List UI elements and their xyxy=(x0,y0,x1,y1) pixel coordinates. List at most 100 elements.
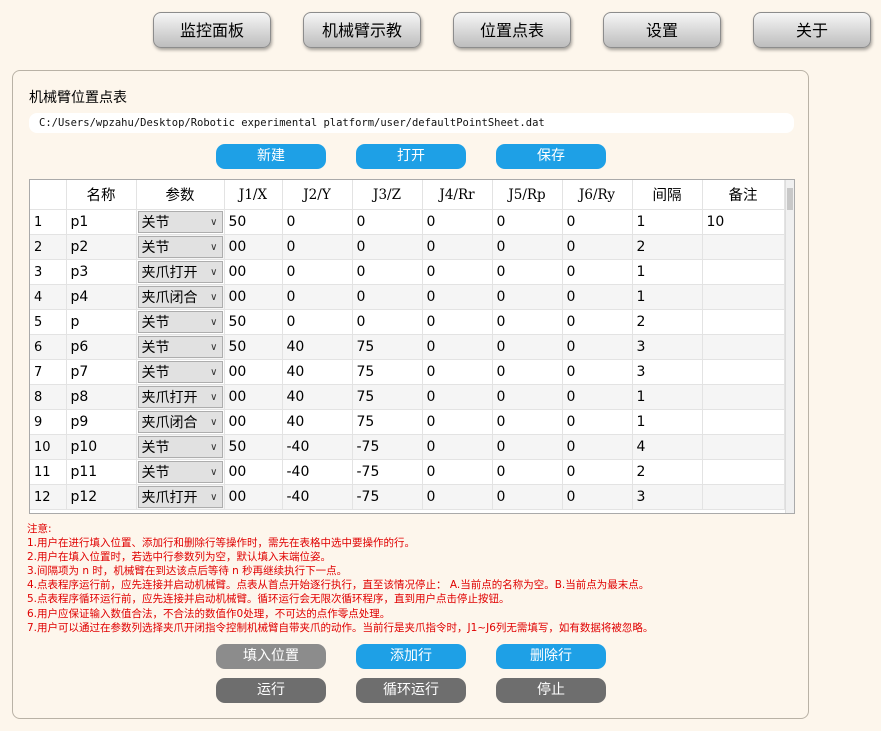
table-cell[interactable]: 0 xyxy=(282,234,353,260)
column-header[interactable]: J6/Ry xyxy=(562,180,633,210)
table-cell[interactable]: 0 xyxy=(492,409,563,435)
table-cell[interactable]: 00 xyxy=(224,234,283,260)
table-cell[interactable] xyxy=(702,484,785,510)
table-cell[interactable]: 00 xyxy=(224,459,283,485)
table-cell[interactable]: 2 xyxy=(632,309,703,335)
add-row-button[interactable]: 添加行 xyxy=(356,644,466,669)
table-cell[interactable]: p4 xyxy=(66,284,137,310)
nav-settings[interactable]: 设置 xyxy=(603,12,721,48)
table-cell[interactable]: 4 xyxy=(632,434,703,460)
table-cell[interactable] xyxy=(702,234,785,260)
table-cell[interactable]: 0 xyxy=(282,309,353,335)
table-cell[interactable]: 0 xyxy=(282,284,353,310)
table-cell[interactable]: p12 xyxy=(66,484,137,510)
table-row[interactable]: 9 p9 夹爪闭合 ∨ 00 40 75 0 0 0 1 xyxy=(30,409,785,435)
param-select[interactable]: 夹爪闭合 ∨ xyxy=(137,286,223,308)
table-cell[interactable]: -75 xyxy=(352,434,423,460)
table-cell[interactable]: p10 xyxy=(66,434,137,460)
run-button[interactable]: 运行 xyxy=(216,678,326,703)
column-header[interactable]: 名称 xyxy=(66,180,137,210)
table-cell[interactable]: 0 xyxy=(492,334,563,360)
table-cell[interactable]: 0 xyxy=(562,234,633,260)
table-cell[interactable]: 0 xyxy=(492,484,563,510)
table-cell[interactable]: 50 xyxy=(224,334,283,360)
column-header[interactable]: J5/Rp xyxy=(492,180,563,210)
table-cell[interactable]: 0 xyxy=(352,309,423,335)
row-number[interactable]: 4 xyxy=(30,284,67,310)
table-cell[interactable]: 0 xyxy=(492,309,563,335)
scrollbar-thumb[interactable] xyxy=(787,188,793,210)
table-cell[interactable]: 50 xyxy=(224,209,283,235)
param-select[interactable]: 夹爪打开 ∨ xyxy=(137,261,223,283)
row-number[interactable]: 2 xyxy=(30,234,67,260)
table-cell[interactable]: 40 xyxy=(282,409,353,435)
table-cell[interactable]: 1 xyxy=(632,384,703,410)
nav-position-table[interactable]: 位置点表 xyxy=(453,12,571,48)
table-cell[interactable]: 0 xyxy=(352,209,423,235)
table-cell[interactable] xyxy=(702,459,785,485)
table-cell[interactable]: -75 xyxy=(352,484,423,510)
table-cell[interactable]: 3 xyxy=(632,334,703,360)
table-cell[interactable]: -40 xyxy=(282,434,353,460)
table-cell[interactable]: 00 xyxy=(224,409,283,435)
open-button[interactable]: 打开 xyxy=(356,144,466,169)
table-cell[interactable]: 0 xyxy=(492,259,563,285)
table-cell[interactable]: 00 xyxy=(224,359,283,385)
row-number[interactable]: 5 xyxy=(30,309,67,335)
table-cell[interactable]: 00 xyxy=(224,384,283,410)
table-cell[interactable]: p xyxy=(66,309,137,335)
table-cell[interactable]: 10 xyxy=(702,209,785,235)
table-cell[interactable]: -40 xyxy=(282,484,353,510)
row-number[interactable]: 6 xyxy=(30,334,67,360)
table-cell[interactable]: 0 xyxy=(352,259,423,285)
param-select[interactable]: 关节 ∨ xyxy=(137,361,223,383)
param-select[interactable]: 关节 ∨ xyxy=(137,236,223,258)
table-cell[interactable]: 75 xyxy=(352,384,423,410)
table-cell[interactable]: 0 xyxy=(492,384,563,410)
table-cell[interactable]: 3 xyxy=(632,359,703,385)
table-cell[interactable]: p7 xyxy=(66,359,137,385)
table-cell[interactable]: 75 xyxy=(352,359,423,385)
table-cell[interactable]: 75 xyxy=(352,334,423,360)
table-cell[interactable]: 3 xyxy=(632,484,703,510)
table-cell[interactable]: 40 xyxy=(282,384,353,410)
table-cell[interactable]: 0 xyxy=(422,459,493,485)
table-row[interactable]: 8 p8 夹爪打开 ∨ 00 40 75 0 0 0 1 xyxy=(30,384,785,410)
table-cell[interactable]: -75 xyxy=(352,459,423,485)
loop-run-button[interactable]: 循环运行 xyxy=(356,678,466,703)
table-cell[interactable]: 0 xyxy=(352,284,423,310)
table-cell[interactable]: p6 xyxy=(66,334,137,360)
table-cell[interactable]: 0 xyxy=(492,234,563,260)
param-select[interactable]: 夹爪打开 ∨ xyxy=(137,386,223,408)
table-cell[interactable]: 0 xyxy=(422,259,493,285)
stop-button[interactable]: 停止 xyxy=(496,678,606,703)
fill-position-button[interactable]: 填入位置 xyxy=(216,644,326,669)
new-button[interactable]: 新建 xyxy=(216,144,326,169)
file-path-field[interactable]: C:/Users/wpzahu/Desktop/Robotic experime… xyxy=(29,113,794,133)
table-cell[interactable]: 0 xyxy=(562,259,633,285)
table-cell[interactable] xyxy=(702,259,785,285)
table-cell[interactable]: 0 xyxy=(562,434,633,460)
table-cell[interactable]: 0 xyxy=(352,234,423,260)
table-cell[interactable]: p2 xyxy=(66,234,137,260)
table-cell[interactable]: 75 xyxy=(352,409,423,435)
column-header[interactable] xyxy=(30,180,67,210)
delete-row-button[interactable]: 删除行 xyxy=(496,644,606,669)
table-cell[interactable] xyxy=(702,384,785,410)
save-button[interactable]: 保存 xyxy=(496,144,606,169)
table-row[interactable]: 12 p12 夹爪打开 ∨ 00 -40 -75 0 0 0 3 xyxy=(30,484,785,510)
table-cell[interactable]: 0 xyxy=(422,334,493,360)
table-cell[interactable]: 0 xyxy=(422,209,493,235)
table-cell[interactable] xyxy=(702,409,785,435)
row-number[interactable]: 9 xyxy=(30,409,67,435)
table-row[interactable]: 7 p7 关节 ∨ 00 40 75 0 0 0 3 xyxy=(30,359,785,385)
column-header[interactable]: 间隔 xyxy=(632,180,703,210)
table-cell[interactable] xyxy=(702,434,785,460)
row-number[interactable]: 11 xyxy=(30,459,67,485)
table-cell[interactable]: 0 xyxy=(562,384,633,410)
table-cell[interactable]: 50 xyxy=(224,309,283,335)
param-select[interactable]: 关节 ∨ xyxy=(137,336,223,358)
row-number[interactable]: 3 xyxy=(30,259,67,285)
table-cell[interactable] xyxy=(702,309,785,335)
column-header[interactable]: J3/Z xyxy=(352,180,423,210)
